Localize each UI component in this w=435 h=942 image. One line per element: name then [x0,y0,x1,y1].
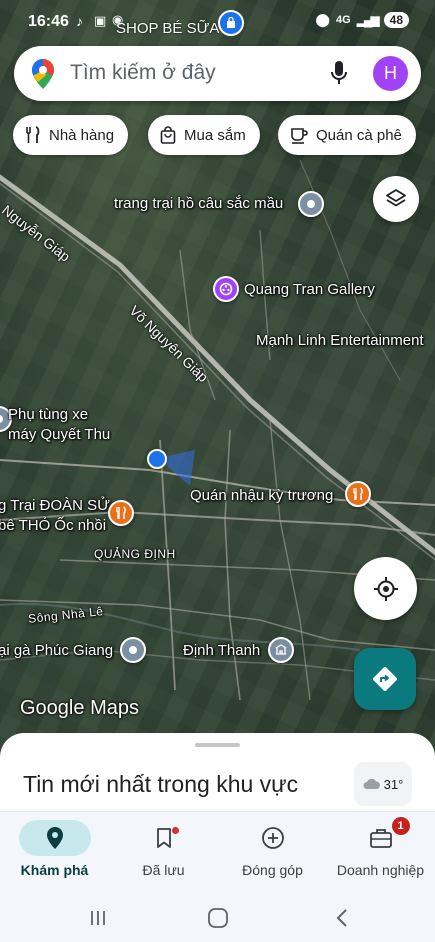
bottom-navigation: Khám phá Đã lưu Đóng góp 1 Doanh nghiệp [0,811,435,894]
nav-saved-indicator [128,820,200,856]
layers-button[interactable] [373,176,419,222]
google-maps-logo: Google Maps [20,697,139,720]
place-label-quang-tran-gallery[interactable]: Quang Tran Gallery [244,281,375,298]
chip-label: Nhà hàng [49,126,115,144]
nav-label: Doanh nghiệp [336,862,425,878]
saved-badge-dot [171,827,179,834]
logo-maps-text: Maps [90,697,139,719]
directions-icon [373,667,397,691]
status-time: 16:46 [28,13,69,30]
nav-contribute[interactable]: Đóng góp [218,812,327,895]
place-label-trai-doan-su-line2[interactable]: bê THỎ Ốc nhồi [0,517,106,534]
place-pin-icon[interactable] [120,637,146,663]
gallery-pin-icon[interactable] [213,276,239,302]
restaurant-icon [26,126,40,143]
place-pin-icon[interactable] [298,191,324,217]
nav-business[interactable]: 1 Doanh nghiệp [326,812,435,895]
google-maps-pin-icon [32,59,54,94]
nav-label: Đóng góp [242,862,303,878]
search-bar[interactable]: Tìm kiếm ở đây H [14,46,421,101]
signal-icon: ▂▄▆ [356,13,380,27]
nav-explore-indicator [18,820,91,856]
crosshair-icon [373,576,398,601]
recent-apps-icon[interactable] [86,906,110,930]
weather-widget[interactable]: 31° [354,762,412,806]
battery-level: 48 [383,12,409,28]
network-type: 4G [335,14,351,26]
bookmark-icon [156,828,171,848]
restaurant-pin-icon[interactable] [108,500,134,526]
cast-icon: ▣ [94,13,107,28]
sheet-title: Tin mới nhất trong khu vực [23,771,299,797]
business-badge-count: 1 [391,817,410,835]
map-view[interactable]: Nguyễn Giáp Võ Nguyên Giáp trang trại hồ… [0,0,435,760]
place-label-trai-doan-su-line1[interactable]: g Trại ĐOÀN SỬ [0,497,110,514]
status-indicators: ⬤ 4G ▂▄▆ 48 [315,12,409,28]
system-navigation-bar [0,894,435,942]
explore-pin-icon [46,827,63,849]
nav-contribute-indicator [237,820,309,856]
place-label-dinh-thanh[interactable]: Định Thanh [183,642,260,659]
place-label-phu-tung-line1[interactable]: Phụ tùng xe [8,406,88,423]
place-label-phu-tung-line2[interactable]: máy Quyết Thu [8,426,110,443]
nav-saved[interactable]: Đã lưu [109,812,218,895]
chip-label: Mua sắm [184,126,246,144]
tiktok-icon: ♪ [76,13,83,29]
search-input[interactable]: Tìm kiếm ở đây [70,61,216,85]
status-bar: 16:46 ♪ ▣ ◉ SHOP BÉ SỮA ⬤ 4G ▂▄▆ 48 [0,0,435,42]
chip-label: Quán cà phê [316,126,402,144]
place-label-quan-nhau[interactable]: Quán nhậu kỳ trương [190,487,333,504]
area-label-quang-dinh: QUẢNG ĐỊNH [94,547,176,561]
restaurant-pin-icon[interactable] [345,481,371,507]
weather-temperature: 31° [383,776,404,792]
microphone-icon[interactable] [331,61,347,90]
explore-sheet[interactable]: Tin mới nhất trong khu vực 31° [0,733,435,823]
place-label-trang-trai[interactable]: trang trại hồ câu sắc mầu [114,195,283,212]
shop-bag-pin-icon[interactable] [218,10,244,36]
shopping-bag-icon [160,126,176,144]
nav-label: Đã lưu [142,862,185,878]
landmark-pin-icon[interactable] [268,637,294,663]
back-icon[interactable] [330,906,354,930]
cloud-icon [363,778,380,789]
layers-icon [386,189,406,207]
nav-business-indicator: 1 [345,817,417,856]
home-icon[interactable] [206,906,230,930]
nav-label: Khám phá [20,862,89,878]
sheet-drag-handle[interactable] [195,743,240,747]
place-label-phuc-giang[interactable]: ại gà Phúc Giang [0,642,113,659]
add-circle-icon [261,827,284,849]
avatar[interactable]: H [373,56,408,91]
logo-google-text: Google [20,697,85,719]
coffee-icon [291,128,308,144]
business-icon [369,829,392,848]
status-overlay-text: SHOP BÉ SỮA [116,20,220,37]
nav-explore[interactable]: Khám phá [0,812,109,895]
location-icon: ⬤ [315,12,330,27]
my-location-button[interactable] [354,557,417,620]
chip-shopping[interactable]: Mua sắm [148,115,260,155]
chip-restaurants[interactable]: Nhà hàng [13,115,129,155]
place-label-manh-linh[interactable]: Mạnh Linh Entertainment [256,332,424,349]
directions-button[interactable] [354,648,416,710]
chip-cafes[interactable]: Quán cà phê [278,115,416,155]
my-location-dot [147,449,167,469]
